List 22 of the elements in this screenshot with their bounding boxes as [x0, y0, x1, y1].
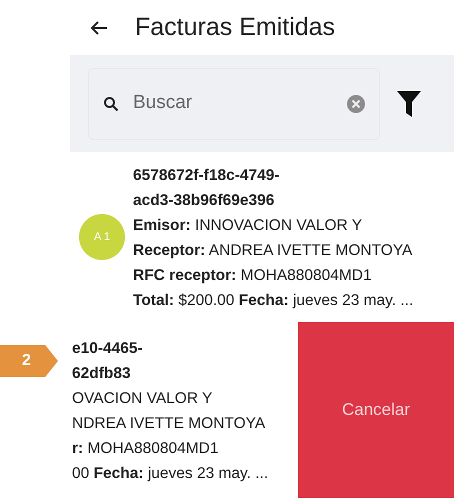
invoice-detail: RFC receptor: MOHA880804MD1	[133, 266, 373, 286]
page-title: Facturas Emitidas	[135, 12, 336, 43]
invoice-id: 62dfb83	[72, 364, 132, 384]
step-callout: 2	[0, 345, 58, 377]
invoice-detail: Receptor: ANDREA IVETTE MONTOYA	[133, 241, 414, 261]
invoice-detail: 00 Fecha: jueves 23 may. ...	[72, 464, 270, 484]
invoice-id: 6578672f-f18c-4749-	[133, 166, 280, 186]
search-bar[interactable]: Buscar	[88, 68, 380, 140]
search-icon	[103, 96, 119, 112]
filter-icon[interactable]	[397, 90, 421, 116]
invoice-id: e10-4465-	[72, 339, 144, 359]
search-field[interactable]: Buscar	[133, 89, 347, 118]
avatar: A 1	[79, 214, 125, 260]
invoice-detail: Emisor: INNOVACION VALOR Y	[133, 216, 364, 236]
invoice-detail: NDREA IVETTE MONTOYA	[72, 414, 266, 434]
clear-icon[interactable]	[347, 94, 365, 112]
invoice-id: acd3-38b96f69e396	[133, 191, 276, 211]
invoice-detail: r: MOHA880804MD1	[72, 439, 220, 459]
invoice-detail: OVACION VALOR Y	[72, 389, 214, 409]
invoice-detail: Total: $200.00 Fecha: jueves 23 may. ...	[133, 291, 414, 311]
cancel-button[interactable]: Cancelar	[298, 322, 454, 498]
back-arrow-icon[interactable]	[90, 20, 108, 36]
